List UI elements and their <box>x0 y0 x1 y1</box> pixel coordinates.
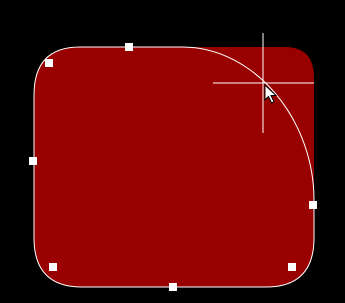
selection-handle-top-left[interactable] <box>45 59 53 67</box>
selection-handle-right[interactable] <box>309 201 317 209</box>
selection-handle-top[interactable] <box>125 43 133 51</box>
canvas-svg[interactable] <box>0 0 345 303</box>
selection-handle-bottom-right[interactable] <box>288 263 296 271</box>
selection-handle-left[interactable] <box>29 157 37 165</box>
selection-handle-bottom-left[interactable] <box>49 263 57 271</box>
selection-handle-bottom[interactable] <box>169 283 177 291</box>
drawing-canvas[interactable] <box>0 0 345 303</box>
